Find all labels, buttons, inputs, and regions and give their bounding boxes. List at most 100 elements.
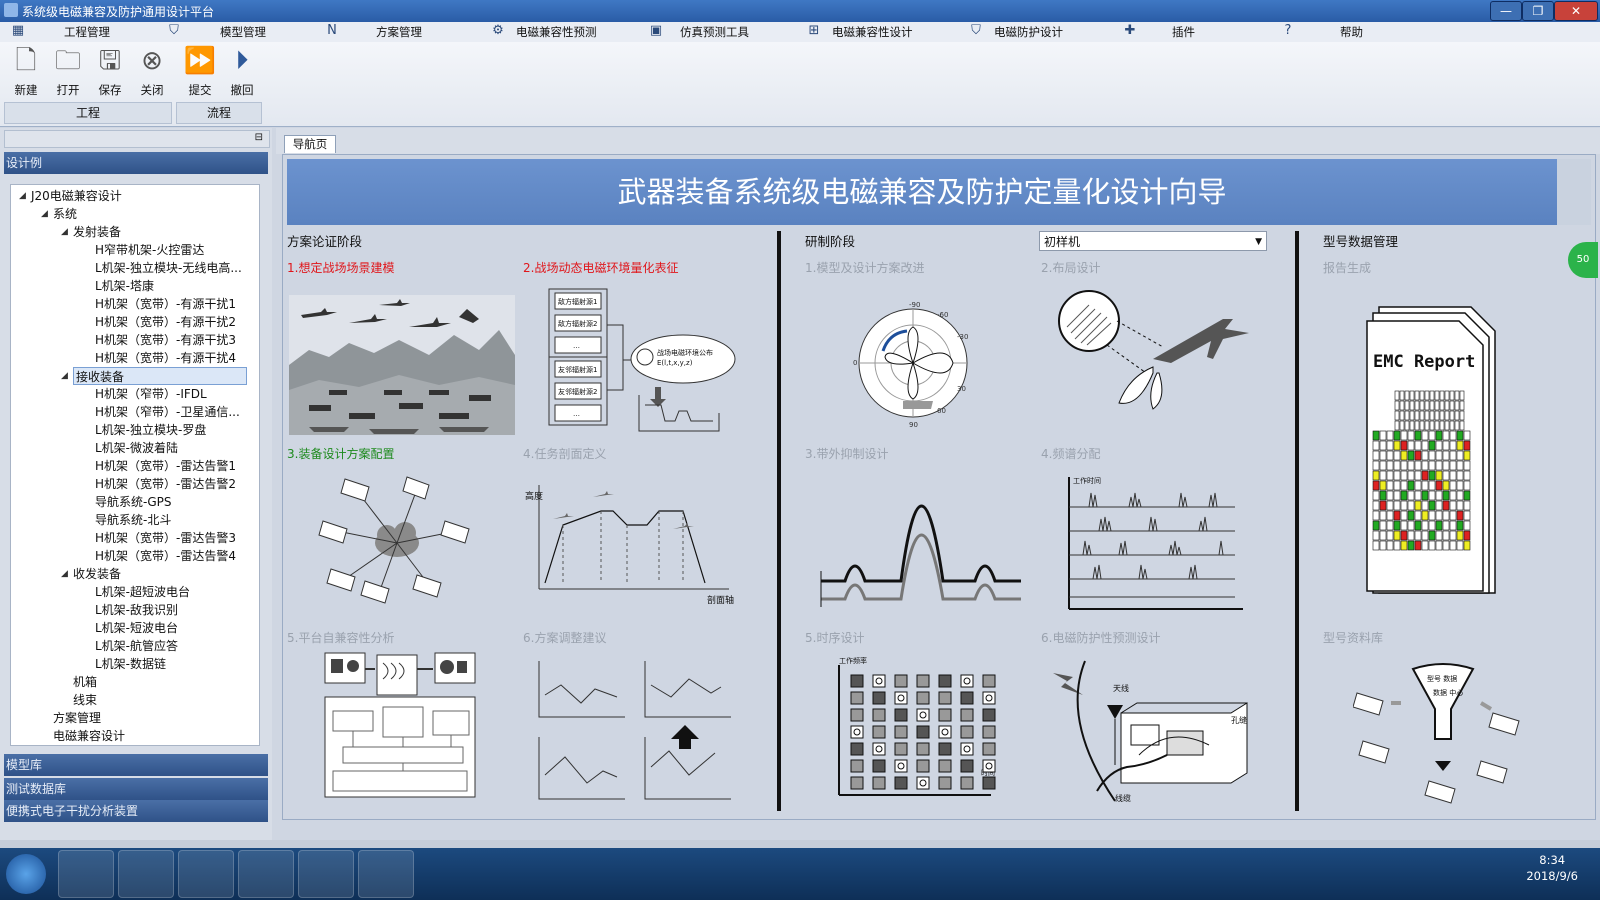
menu-1[interactable]: 模型管理 [220, 24, 266, 40]
menu-3[interactable]: 电磁兼容性预测 [516, 24, 597, 40]
tree-node[interactable]: 电磁兼容设计 [53, 727, 125, 745]
nav-section-1[interactable]: 测试数据库 [4, 778, 268, 800]
battlefield-scene-illustration[interactable] [289, 295, 515, 435]
tree-node[interactable]: L机架-超短波电台 [95, 583, 190, 601]
menu-8[interactable]: 帮助 [1340, 24, 1363, 40]
emc-report-illustration[interactable]: EMC Report [1365, 295, 1505, 595]
close-button[interactable]: ✕ [1554, 1, 1598, 21]
self-compat-illustration[interactable] [323, 651, 483, 801]
menu-2[interactable]: 方案管理 [376, 24, 422, 40]
menu-6[interactable]: 电磁防护设计 [994, 24, 1063, 40]
tree-node[interactable]: H机架（宽带）-雷达告警1 [95, 457, 236, 475]
step-mission-profile[interactable]: 4.任务剖面定义 [523, 445, 606, 462]
menu-7[interactable]: 插件 [1172, 24, 1195, 40]
folder-icon[interactable] [178, 850, 234, 898]
app-cube-icon[interactable] [298, 850, 354, 898]
em-environment-illustration[interactable]: 敌方辐射源1 敌方辐射源2 … 友邻辐射源1 友邻辐射源2 … 战场电磁环境公布… [523, 285, 763, 435]
step-protection-design[interactable]: 6.电磁防护性预测设计 [1041, 629, 1160, 646]
chrome-icon[interactable] [118, 850, 174, 898]
ribbon-button-1[interactable]: 🗀 打开 [48, 44, 88, 100]
tree-node[interactable]: H窄带机架-火控雷达 [95, 241, 204, 259]
mission-profile-illustration[interactable]: 高度 剖面轴 [523, 479, 743, 607]
stage-select[interactable]: 初样机 ▼ [1039, 231, 1267, 251]
menu-4[interactable]: 仿真预测工具 [680, 24, 749, 40]
tree-expand-icon[interactable]: ◢ [41, 209, 48, 219]
minimize-button[interactable]: — [1490, 1, 1522, 21]
tab-navigation[interactable]: 导航页 [284, 135, 336, 153]
step-timing-design[interactable]: 5.时序设计 [805, 629, 864, 646]
design-example-header[interactable]: 设计例 [4, 152, 268, 174]
float-badge[interactable]: 50 [1568, 242, 1598, 278]
tree-expand-icon[interactable]: ◢ [61, 227, 68, 237]
tree-node[interactable]: L机架-数据链 [95, 655, 166, 673]
tree-node[interactable]: 导航系统-北斗 [95, 511, 171, 529]
system-clock[interactable]: 8:34 2018/9/6 [1526, 852, 1578, 884]
tree-node[interactable]: 收发装备 [73, 565, 121, 583]
tree-node[interactable]: L机架-短波电台 [95, 619, 178, 637]
word-icon[interactable] [238, 850, 294, 898]
ribbon-button-2[interactable]: 🖫 保存 [90, 44, 130, 100]
tree-expand-icon[interactable]: ◢ [61, 569, 68, 579]
timing-design-illustration[interactable]: 工作频率 时间 [831, 655, 1001, 805]
tree-node[interactable]: H机架（宽带）-有源干扰3 [95, 331, 236, 349]
tree-node[interactable]: 接收装备 [73, 367, 247, 385]
menu-0[interactable]: 工程管理 [64, 24, 110, 40]
tree-node[interactable]: 发射装备 [73, 223, 121, 241]
step-model-library[interactable]: 型号资料库 [1323, 629, 1383, 646]
tree-node[interactable]: H机架（窄带）-卫星通信... [95, 403, 240, 421]
protection-design-illustration[interactable]: 天线 孔缝 线缆 [1049, 655, 1259, 805]
step-layout-design[interactable]: 2.布局设计 [1041, 259, 1100, 276]
app-cube-icon[interactable] [358, 850, 414, 898]
tree-node[interactable]: H机架（宽带）-雷达告警2 [95, 475, 236, 493]
design-tree[interactable]: ◢ J20电磁兼容设计 ◢ 系统 ◢ 发射装备 H窄带机架-火控雷达 L机架-独立模块-无线电… [10, 184, 260, 746]
tree-node[interactable]: H机架（宽带）-雷达告警4 [95, 547, 236, 565]
tree-node[interactable]: L机架-塔康 [95, 277, 154, 295]
scheme-adjust-illustration[interactable] [535, 655, 735, 805]
step-self-compat[interactable]: 5.平台自兼容性分析 [287, 629, 394, 646]
tree-node[interactable]: 线束 [73, 691, 97, 709]
step-report-gen[interactable]: 报告生成 [1323, 259, 1371, 276]
ribbon-button-0[interactable]: 🗋 新建 [6, 44, 46, 100]
tree-node[interactable]: 导航系统-GPS [95, 493, 171, 511]
nav-section-0[interactable]: 模型库 [4, 754, 268, 776]
tree-node[interactable]: L机架-微波着陆 [95, 439, 178, 457]
timing-cell [850, 674, 864, 688]
tree-node[interactable]: J20电磁兼容设计 [31, 187, 122, 205]
step-out-of-band[interactable]: 3.带外抑制设计 [805, 445, 888, 462]
out-of-band-illustration[interactable] [815, 471, 1025, 611]
nav-section-2[interactable]: 便携式电子干扰分析装置 [4, 800, 268, 822]
tree-expand-icon[interactable]: ◢ [61, 371, 68, 381]
tree-node[interactable]: H机架（宽带）-有源干扰1 [95, 295, 236, 313]
tree-node[interactable]: H机架（宽带）-雷达告警3 [95, 529, 236, 547]
step-equipment-config[interactable]: 3.装备设计方案配置 [287, 445, 394, 462]
tree-node[interactable]: 系统 [53, 205, 77, 223]
equipment-network-illustration[interactable] [317, 471, 477, 611]
tree-node[interactable]: H机架（宽带）-有源干扰2 [95, 313, 236, 331]
layout-design-illustration[interactable] [1053, 287, 1253, 427]
tree-expand-icon[interactable]: ◢ [19, 191, 26, 201]
taskbar-app-1[interactable] [58, 850, 114, 898]
ribbon-button-4[interactable]: ⏩ 提交 [180, 44, 220, 100]
tree-node[interactable]: L机架-航管应答 [95, 637, 178, 655]
ribbon-button-3[interactable]: ⊗ 关闭 [132, 44, 172, 100]
tree-node[interactable]: 方案管理 [53, 709, 101, 727]
tree-node[interactable]: L机架-独立模块-无线电高... [95, 259, 242, 277]
model-library-illustration[interactable]: 型号 数据 数据 中心 [1353, 661, 1533, 811]
step-battlefield-modeling[interactable]: 1.想定战场场景建模 [287, 259, 394, 276]
menu-5[interactable]: 电磁兼容性设计 [832, 24, 913, 40]
step-scheme-adjust[interactable]: 6.方案调整建议 [523, 629, 606, 646]
tree-node[interactable]: H机架（窄带）-IFDL [95, 385, 207, 403]
tree-node[interactable]: 机箱 [73, 673, 97, 691]
ribbon-button-5[interactable]: ⏵ 撤回 [222, 44, 262, 100]
start-button[interactable] [6, 854, 46, 894]
step-em-environment[interactable]: 2.战场动态电磁环境量化表征 [523, 259, 678, 276]
maximize-button[interactable]: ❐ [1522, 1, 1554, 21]
tree-node[interactable]: L机架-敌我识别 [95, 601, 178, 619]
tree-node[interactable]: H机架（宽带）-有源干扰4 [95, 349, 236, 367]
polar-pattern-illustration[interactable]: -90 -60 -30 0 30 60 90 [853, 281, 973, 441]
step-spectrum-alloc[interactable]: 4.频谱分配 [1041, 445, 1100, 462]
step-model-improve[interactable]: 1.模型及设计方案改进 [805, 259, 924, 276]
tree-node[interactable]: L机架-独立模块-罗盘 [95, 421, 206, 439]
spectrum-allocation-illustration[interactable]: 工作时间 [1059, 473, 1249, 613]
pin-icon[interactable]: ⊟ [255, 132, 263, 143]
